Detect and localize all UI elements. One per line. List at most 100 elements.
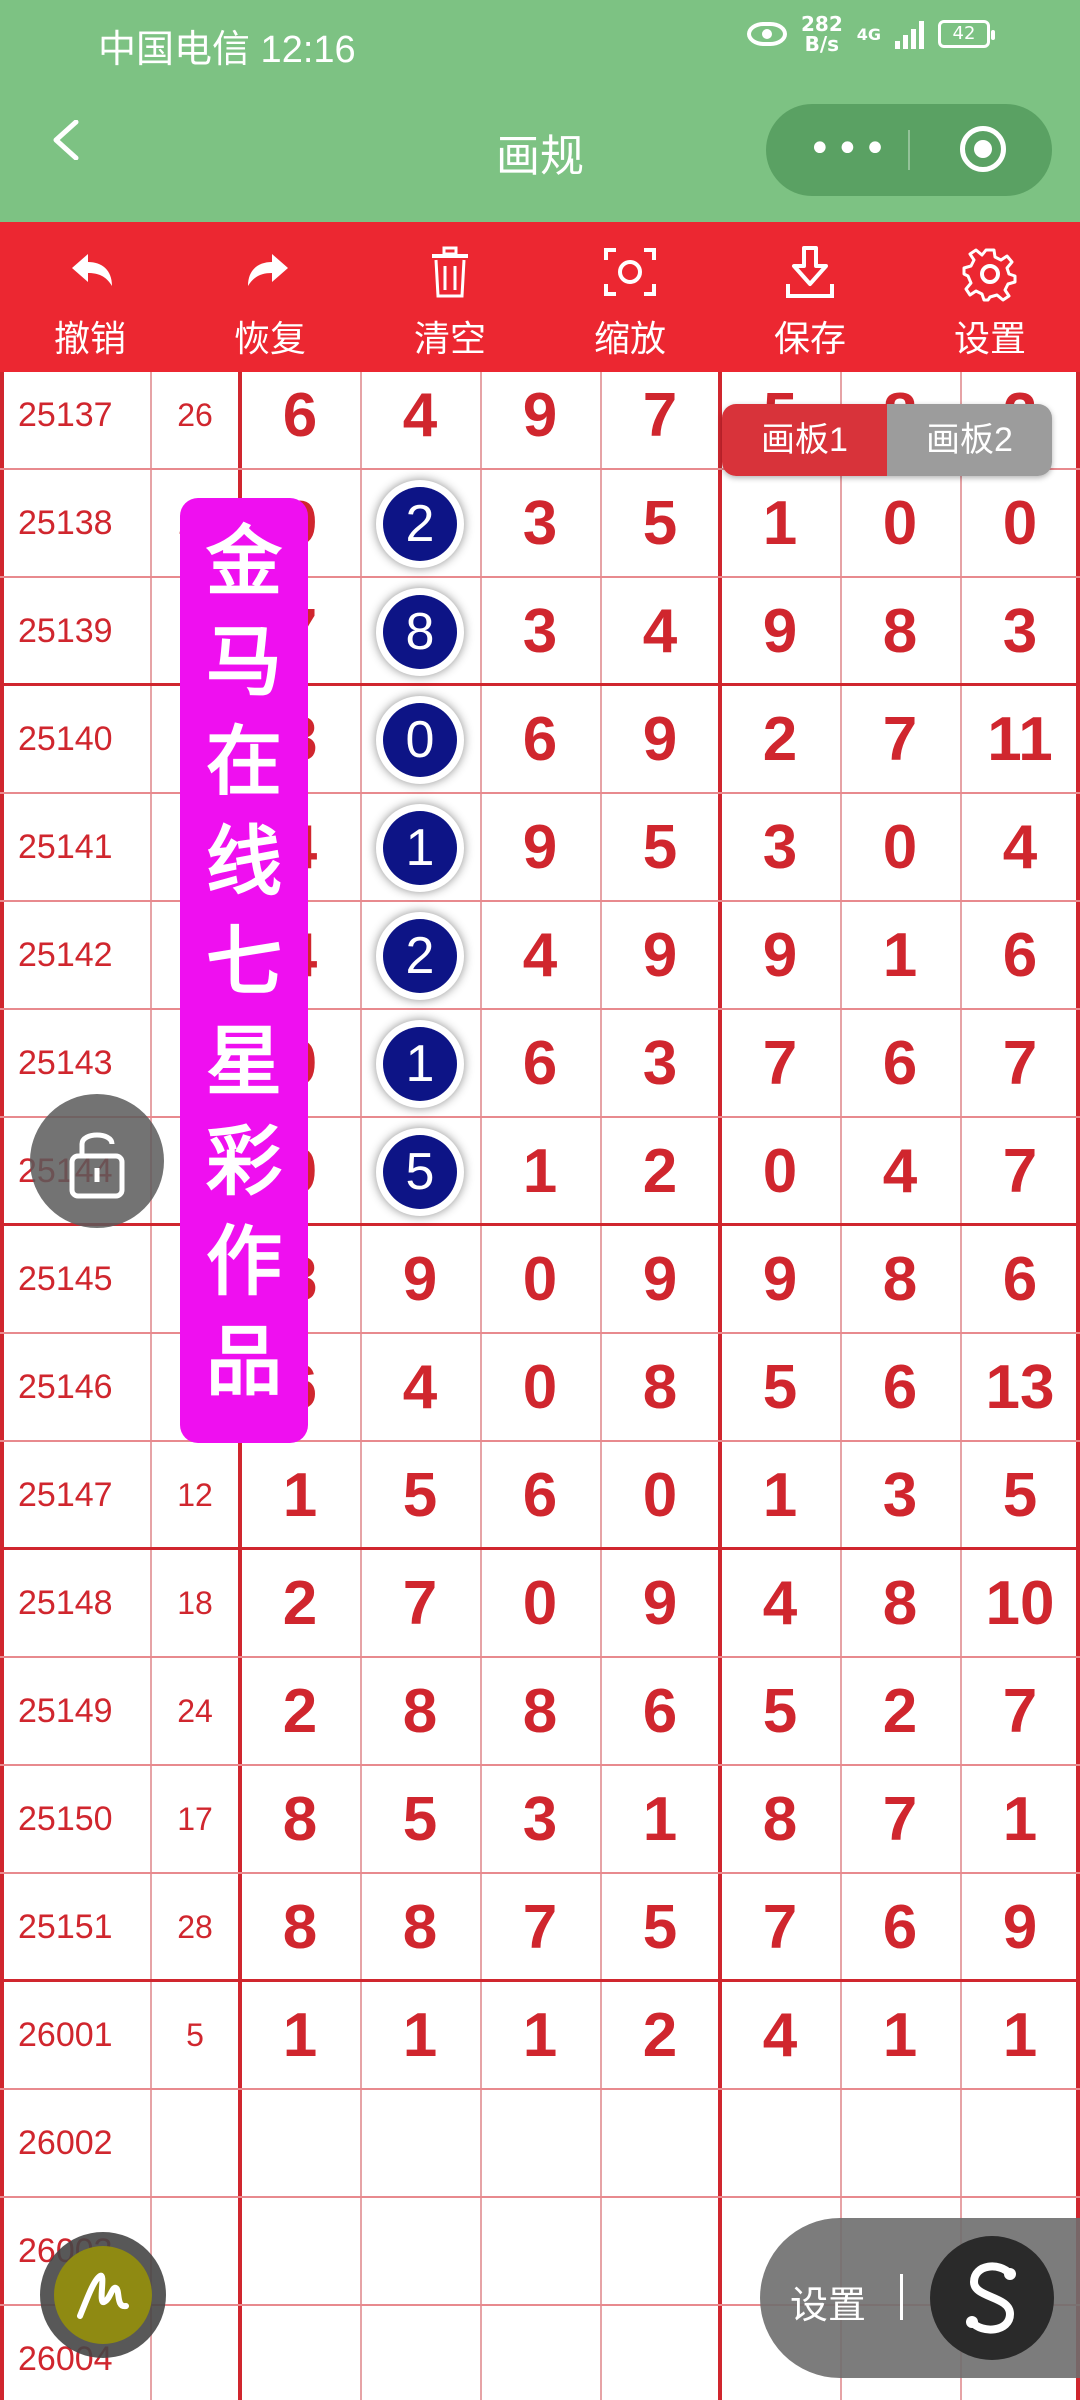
- digit-cell[interactable]: 5: [360, 1442, 480, 1548]
- digit-cell[interactable]: [480, 2306, 600, 2400]
- clear-button[interactable]: 清空: [360, 222, 540, 372]
- digit-cell[interactable]: 7: [840, 686, 960, 792]
- digit-cell[interactable]: 2: [720, 686, 840, 792]
- digit-cell[interactable]: 7: [720, 1010, 840, 1116]
- digit-cell[interactable]: 1: [480, 1982, 600, 2088]
- save-button[interactable]: 保存: [720, 222, 900, 372]
- digit-cell[interactable]: [360, 2198, 480, 2304]
- digit-cell[interactable]: 7: [720, 1874, 840, 1980]
- digit-cell[interactable]: 4: [720, 1982, 840, 2088]
- digit-cell[interactable]: [360, 2090, 480, 2196]
- digit-cell[interactable]: 1: [840, 1982, 960, 2088]
- digit-cell[interactable]: 9: [600, 902, 720, 1008]
- digit-cell[interactable]: 6: [840, 1334, 960, 1440]
- digit-cell[interactable]: 9: [960, 1874, 1080, 1980]
- digit-cell[interactable]: 7: [960, 1658, 1080, 1764]
- digit-cell[interactable]: 2: [240, 1550, 360, 1656]
- digit-cell[interactable]: 8: [240, 1874, 360, 1980]
- digit-cell[interactable]: 13: [960, 1334, 1080, 1440]
- digit-cell[interactable]: [480, 2198, 600, 2304]
- digit-cell[interactable]: 9: [600, 1226, 720, 1332]
- digit-cell[interactable]: 5: [600, 470, 720, 576]
- digit-cell[interactable]: 0: [600, 1442, 720, 1548]
- digit-cell[interactable]: 6: [480, 686, 600, 792]
- digit-cell[interactable]: 7: [960, 1118, 1080, 1224]
- circled-number[interactable]: 2: [376, 480, 464, 568]
- digit-cell[interactable]: 4: [600, 578, 720, 684]
- digit-cell[interactable]: 9: [600, 1550, 720, 1656]
- share-s-button[interactable]: [930, 2236, 1054, 2360]
- digit-cell[interactable]: 4: [360, 1334, 480, 1440]
- digit-cell[interactable]: [960, 2090, 1080, 2196]
- digit-cell[interactable]: 1: [960, 1982, 1080, 2088]
- digit-cell[interactable]: [720, 2090, 840, 2196]
- digit-cell[interactable]: 6: [240, 372, 360, 468]
- digit-cell[interactable]: 1: [720, 470, 840, 576]
- digit-cell[interactable]: 1: [840, 902, 960, 1008]
- more-dots-icon[interactable]: •••: [808, 126, 891, 172]
- digit-cell[interactable]: 0: [720, 1118, 840, 1224]
- digit-cell[interactable]: 3: [600, 1010, 720, 1116]
- digit-cell[interactable]: 3: [840, 1442, 960, 1548]
- digit-cell[interactable]: 8: [480, 1658, 600, 1764]
- digit-cell[interactable]: 0: [480, 1226, 600, 1332]
- digit-cell[interactable]: 6: [960, 902, 1080, 1008]
- digit-cell[interactable]: 8: [600, 1334, 720, 1440]
- digit-cell[interactable]: [600, 2198, 720, 2304]
- digit-cell[interactable]: 3: [480, 578, 600, 684]
- digit-cell[interactable]: 7: [360, 1550, 480, 1656]
- circled-number[interactable]: 0: [376, 696, 464, 784]
- digit-cell[interactable]: 5: [960, 1442, 1080, 1548]
- digit-cell[interactable]: 6: [480, 1010, 600, 1116]
- digit-cell[interactable]: 8: [840, 1550, 960, 1656]
- lock-button[interactable]: [30, 1094, 164, 1228]
- digit-cell[interactable]: 1: [360, 1982, 480, 2088]
- digit-cell[interactable]: 9: [480, 794, 600, 900]
- drawing-grid[interactable]: 2513726649758225138199235100251397834983…: [0, 372, 1080, 2400]
- digit-cell[interactable]: 0: [840, 794, 960, 900]
- digit-cell[interactable]: 6: [600, 1658, 720, 1764]
- digit-cell[interactable]: 7: [840, 1766, 960, 1872]
- digit-cell[interactable]: 4: [840, 1118, 960, 1224]
- digit-cell[interactable]: [240, 2198, 360, 2304]
- digit-cell[interactable]: 5: [360, 1766, 480, 1872]
- circled-number[interactable]: 1: [376, 804, 464, 892]
- digit-cell[interactable]: 9: [720, 902, 840, 1008]
- digit-cell[interactable]: 6: [840, 1874, 960, 1980]
- digit-cell[interactable]: 6: [840, 1010, 960, 1116]
- digit-cell[interactable]: 0: [480, 1550, 600, 1656]
- digit-cell[interactable]: 10: [960, 1550, 1080, 1656]
- digit-cell[interactable]: 1: [240, 1982, 360, 2088]
- circled-number[interactable]: 5: [376, 1128, 464, 1216]
- digit-cell[interactable]: [600, 2306, 720, 2400]
- digit-cell[interactable]: 4: [480, 902, 600, 1008]
- digit-cell[interactable]: 8: [360, 1874, 480, 1980]
- digit-cell[interactable]: 4: [360, 372, 480, 468]
- digit-cell[interactable]: 3: [480, 1766, 600, 1872]
- redo-button[interactable]: 恢复: [180, 222, 360, 372]
- digit-cell[interactable]: 8: [240, 1766, 360, 1872]
- digit-cell[interactable]: 7: [480, 1874, 600, 1980]
- digit-cell[interactable]: 3: [720, 794, 840, 900]
- zoom-button[interactable]: 缩放: [540, 222, 720, 372]
- digit-cell[interactable]: 6: [480, 1442, 600, 1548]
- digit-cell[interactable]: 8: [720, 1766, 840, 1872]
- digit-cell[interactable]: 4: [720, 1550, 840, 1656]
- digit-cell[interactable]: [240, 2090, 360, 2196]
- digit-cell[interactable]: 5: [600, 794, 720, 900]
- digit-cell[interactable]: 9: [600, 686, 720, 792]
- circled-number[interactable]: 2: [376, 912, 464, 1000]
- digit-cell[interactable]: 1: [600, 1766, 720, 1872]
- digit-cell[interactable]: 4: [960, 794, 1080, 900]
- digit-cell[interactable]: 9: [720, 1226, 840, 1332]
- undo-button[interactable]: 撤销: [0, 222, 180, 372]
- digit-cell[interactable]: 9: [720, 578, 840, 684]
- tab-board-2[interactable]: 画板2: [887, 404, 1052, 476]
- digit-cell[interactable]: [840, 2090, 960, 2196]
- digit-cell[interactable]: 7: [600, 372, 720, 468]
- digit-cell[interactable]: 8: [840, 578, 960, 684]
- digit-cell[interactable]: 1: [720, 1442, 840, 1548]
- floating-settings-label[interactable]: 设置: [790, 2274, 866, 2329]
- digit-cell[interactable]: [480, 2090, 600, 2196]
- digit-cell[interactable]: 0: [480, 1334, 600, 1440]
